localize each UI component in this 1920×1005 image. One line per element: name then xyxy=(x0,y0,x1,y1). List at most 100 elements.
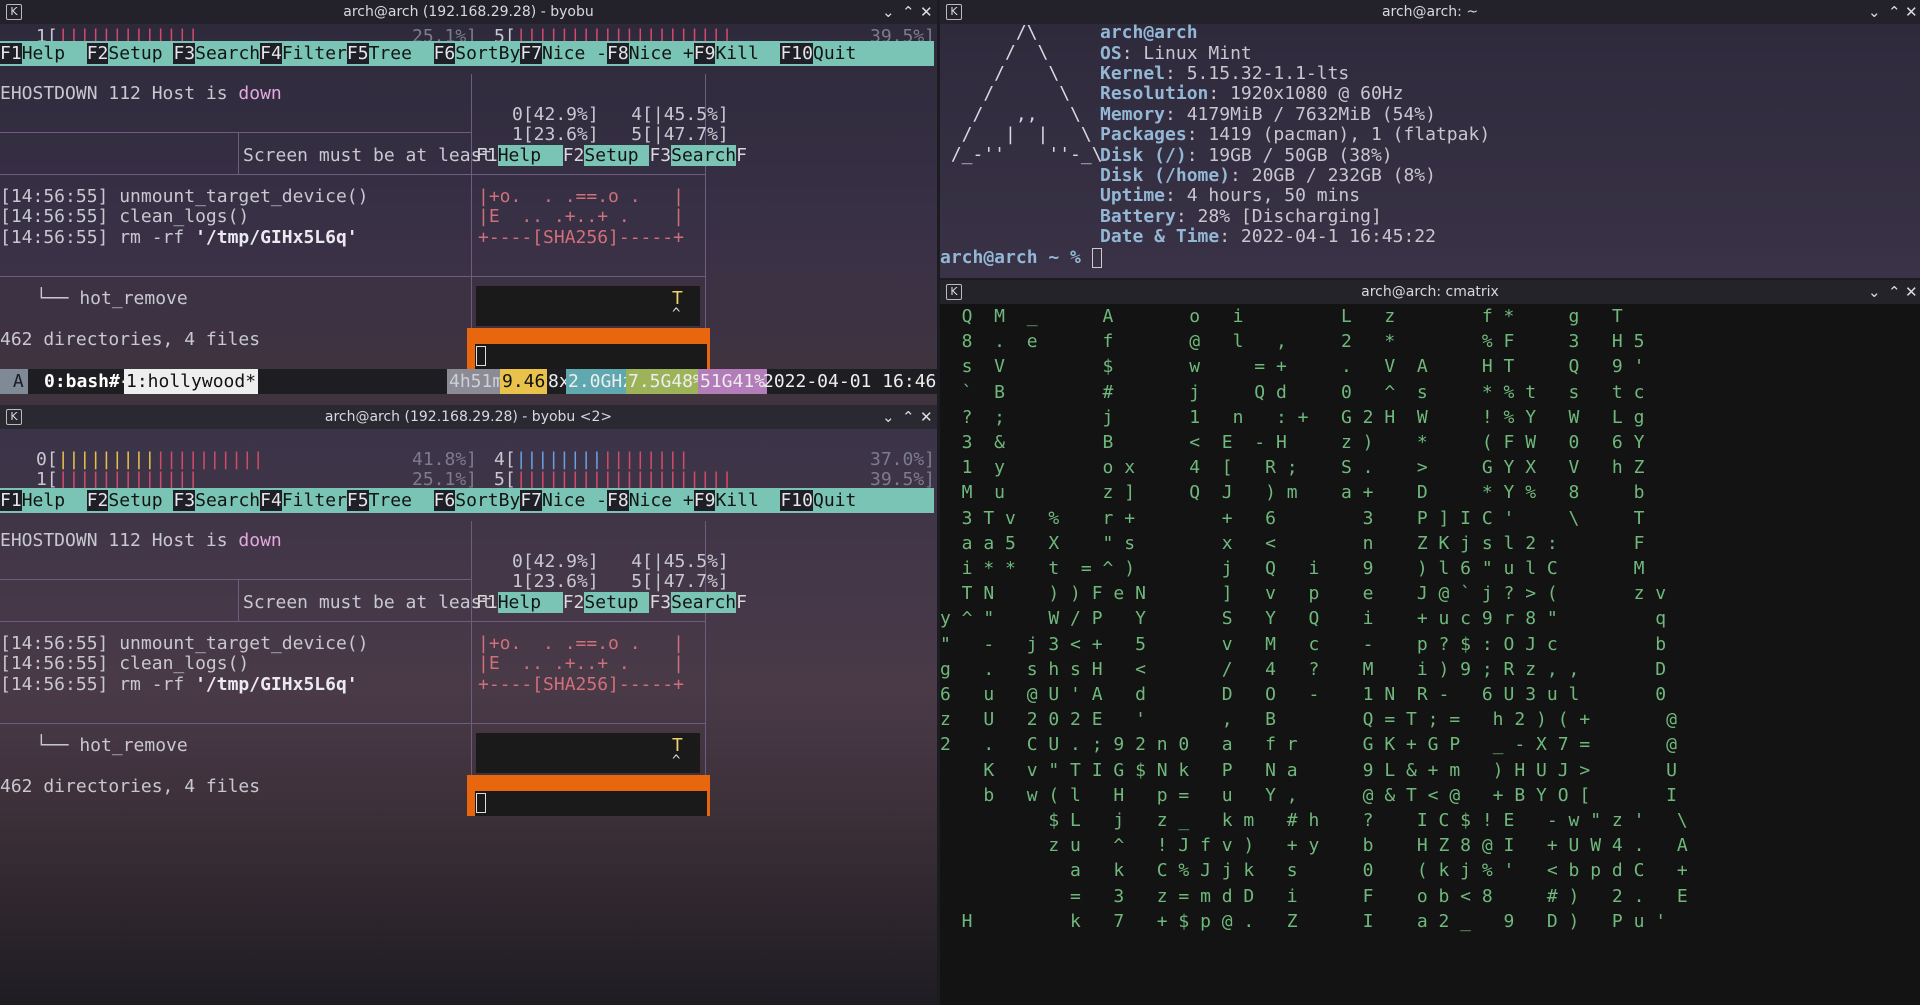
fkey-1-button[interactable]: Setup xyxy=(108,43,174,64)
matrix-line: y ^ " W / P Y S Y Q i + u c 9 r 8 " q xyxy=(940,608,1667,630)
titlebar[interactable]: K arch@arch: ~ ⌄ ⌃ ✕ xyxy=(940,0,1920,24)
window-title: arch@arch: cmatrix xyxy=(1361,284,1499,300)
matrix-line: ` B # j Q d 0 ^ s * % t s t c xyxy=(940,381,1645,403)
minimize-icon[interactable]: ⌄ xyxy=(882,0,895,24)
window-title: arch@arch (192.168.29.28) - byobu xyxy=(343,4,594,20)
fkey-3-button[interactable]: Filter xyxy=(281,43,347,64)
htop-function-bar[interactable]: F1Help F2Setup F3SearchF4FilterF5Tree F6… xyxy=(0,488,934,513)
fkey-6-button[interactable]: Nice - xyxy=(542,43,608,64)
terminal-body[interactable]: /\ / \ / \ / \ / ,, \ / | | \ /_-'' ''-_… xyxy=(940,24,1920,278)
info-row: Date & Time: 2022-04-1 16:45:22 xyxy=(1100,226,1436,248)
fkey-6-button[interactable]: Nice - xyxy=(542,490,608,511)
tree-summary: 462 directories, 4 files xyxy=(0,776,261,797)
fkey-4-button[interactable]: Tree xyxy=(368,43,434,64)
ehostdown-message: EHOSTDOWN 112 Host is down xyxy=(0,83,282,104)
fkey-1-button[interactable]: Setup xyxy=(108,490,174,511)
tree-summary: 462 directories, 4 files xyxy=(0,329,261,350)
app-logo-icon: K xyxy=(946,284,962,300)
matrix-line: 3 T v % r + + 6 3 P ] I C ' \ T xyxy=(940,507,1645,529)
titlebar[interactable]: K arch@arch: cmatrix ⌄ ⌃ ✕ xyxy=(940,280,1920,304)
window-title: arch@arch: ~ xyxy=(1381,4,1479,20)
fkey-8-button[interactable]: Kill xyxy=(715,490,781,511)
htop-function-bar[interactable]: F1Help F2Setup F3SearchF4FilterF5Tree F6… xyxy=(0,41,934,66)
maximize-icon[interactable]: ⌃ xyxy=(1888,0,1901,24)
app-logo-icon: K xyxy=(6,4,22,20)
maximize-icon[interactable]: ⌃ xyxy=(1888,280,1901,304)
fkey-label: F6 xyxy=(433,43,456,64)
fkey-2-button[interactable]: Search xyxy=(195,490,261,511)
window-tab-1[interactable]: 1:hollywood* xyxy=(124,369,259,394)
matrix-line: 6 u @ U ' A d D O - 1 N R - 6 U 3 u l 0 xyxy=(940,684,1667,706)
fkey-label: F1 xyxy=(0,490,22,511)
fkey-2-button[interactable]: Search xyxy=(195,43,261,64)
fkey-label: F10 xyxy=(780,43,813,64)
matrix-line: a a 5 X " s x < n Z K j s l 2 : F xyxy=(940,532,1645,554)
minimize-icon[interactable]: ⌄ xyxy=(882,405,895,429)
matrix-line: g . s h s H < / 4 ? M i ) 9 ; R z , , D xyxy=(940,658,1667,680)
close-icon[interactable]: ✕ xyxy=(1905,0,1918,24)
fkey-0-button[interactable]: Help xyxy=(21,490,87,511)
status-uptime: 4h51m xyxy=(447,369,506,394)
fkey-label: F8 xyxy=(607,43,629,64)
terminal-body[interactable]: 0[||||||||||||||||||| 41.8%] 4[||||||||||… xyxy=(0,429,937,1005)
term-caret: ^ xyxy=(672,753,681,769)
titlebar[interactable]: K arch@arch (192.168.29.28) - byobu <2> … xyxy=(0,405,937,429)
status-freq: 2.0GHz xyxy=(566,369,636,394)
matrix-line: H k 7 + $ p @ . Z I a 2 _ 9 D ) P u ' xyxy=(940,910,1667,932)
close-icon[interactable]: ✕ xyxy=(920,0,933,24)
fkey-0-button[interactable]: Help xyxy=(21,43,87,64)
fkey-9-button[interactable]: Quit xyxy=(812,490,857,511)
close-icon[interactable]: ✕ xyxy=(1905,280,1918,304)
matrix-line: z u ^ ! J f v ) + y b H Z 8 @ I + U W 4 … xyxy=(940,835,1688,857)
fkey-4-button[interactable]: Tree xyxy=(368,490,434,511)
log-line: [14:56:55] rm -rf '/tmp/GIHx5L6q' xyxy=(0,674,358,695)
cursor xyxy=(476,793,486,813)
fkey-label: F9 xyxy=(693,43,716,64)
matrix-line: s V $ w = + . V A H T Q 9 ' xyxy=(940,356,1645,378)
matrix-line: T N ) ) F e N ] v p e J @ ` j ? > ( z v xyxy=(940,583,1667,605)
fkey-label: F8 xyxy=(607,490,629,511)
fkey-5-button[interactable]: SortBy xyxy=(455,43,521,64)
matrix-line: " - j 3 < + 5 v M c - p ? $ : O J c b xyxy=(940,633,1667,655)
byobu-window-2: K arch@arch (192.168.29.28) - byobu <2> … xyxy=(0,405,937,1005)
close-icon[interactable]: ✕ xyxy=(920,405,933,429)
fkey-label: F3 xyxy=(173,490,196,511)
screen-size-warning: Screen must be at least 4 xyxy=(243,145,514,166)
fkey-9-button[interactable]: Quit xyxy=(812,43,857,64)
fkey-label: F2 xyxy=(86,43,109,64)
titlebar[interactable]: K arch@arch (192.168.29.28) - byobu ⌄ ⌃ … xyxy=(0,0,937,24)
orange-box-inner xyxy=(475,344,707,369)
maximize-icon[interactable]: ⌃ xyxy=(902,0,915,24)
minimize-icon[interactable]: ⌄ xyxy=(1868,0,1881,24)
fkey-label: F5 xyxy=(346,43,369,64)
fkey-label: F9 xyxy=(693,490,716,511)
htop-mini-fkeys: F1Help F2Setup F3SearchF xyxy=(476,592,747,613)
fkey-label: F4 xyxy=(260,43,282,64)
fkey-7-button[interactable]: Nice + xyxy=(628,490,694,511)
status-load: 9.46 xyxy=(500,369,548,394)
matrix-line: K v " T I G $ N k P N a 9 L & + m ) H U … xyxy=(940,759,1677,781)
matrix-line: $ L j z _ k m # h ? I C $ ! E - w " z ' … xyxy=(940,810,1688,832)
byobu-window-1: K arch@arch (192.168.29.28) - byobu ⌄ ⌃ … xyxy=(0,0,937,405)
maximize-icon[interactable]: ⌃ xyxy=(902,405,915,429)
cursor xyxy=(476,346,486,366)
log-line: [14:56:55] rm -rf '/tmp/GIHx5L6q' xyxy=(0,227,358,248)
mini-terminal: T ^ xyxy=(476,286,700,326)
window-title: arch@arch (192.168.29.28) - byobu <2> xyxy=(324,409,613,425)
terminal-body[interactable]: 1[||||||||||||| 25.1%] 5[||||||||||||||||… xyxy=(0,24,937,405)
fkey-8-button[interactable]: Kill xyxy=(715,43,781,64)
matrix-line: = 3 z = m d D i F o b < 8 # ) 2 . E xyxy=(940,885,1688,907)
byobu-status-bar: A 0:bash#- 1:hollywood* 4h51m 9.46 8x 2.… xyxy=(0,369,937,394)
matrix-rain[interactable]: Q M _ A o i L z f * g T 8 . e f @ l , 2 … xyxy=(940,304,1920,1005)
matrix-line: z U 2 0 2 E ' , B Q = T ; = h 2 ) ( + @ xyxy=(940,709,1677,731)
window-tab-0[interactable]: 0:bash#- xyxy=(42,369,133,394)
mini-terminal: T ^ xyxy=(476,733,700,773)
fkey-label: F10 xyxy=(780,490,813,511)
shell-prompt[interactable]: arch@arch ~ % xyxy=(940,245,1102,270)
fkey-7-button[interactable]: Nice + xyxy=(628,43,694,64)
fkey-5-button[interactable]: SortBy xyxy=(455,490,521,511)
minimize-icon[interactable]: ⌄ xyxy=(1868,280,1881,304)
status-datetime: 2022-04-01 16:46:55 xyxy=(763,371,937,392)
fkey-3-button[interactable]: Filter xyxy=(281,490,347,511)
neofetch-window: K arch@arch: ~ ⌄ ⌃ ✕ /\ / \ / \ / \ / ,,… xyxy=(940,0,1920,278)
